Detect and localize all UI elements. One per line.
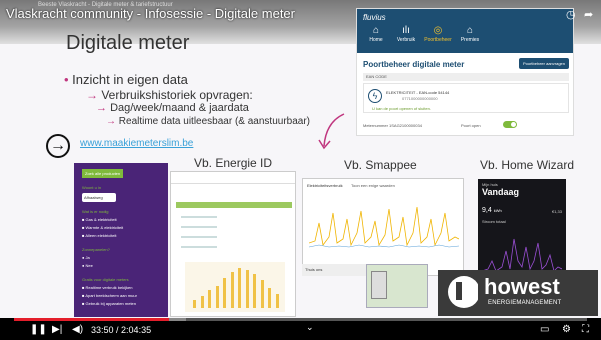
- fluvius-poort-label: Poort open: [461, 123, 481, 128]
- pp-heading-1: Woont u in: [82, 185, 102, 190]
- smappee-bottom: Thuis ons: [302, 264, 366, 276]
- hw-right-value: €1,33: [551, 209, 562, 214]
- fluvius-meter-id: 0771000000000000: [402, 96, 438, 101]
- volume-icon[interactable]: ◀): [72, 324, 83, 336]
- eid-chart-column: [245, 270, 249, 308]
- chevron-down-icon[interactable]: ⌄: [306, 322, 314, 333]
- hw-price-label: Stroom totaal: [482, 219, 506, 224]
- poort-toggle: [503, 121, 517, 128]
- fluvius-meter-row: ϟ ELEKTRICITEIT - EAN-code 54144 0771000…: [363, 83, 569, 113]
- pp-search-button: Zoek alle producten: [82, 169, 124, 178]
- eid-chart-column: [230, 272, 234, 308]
- smappee-title: Elektriciteitsverbruik: [307, 183, 343, 188]
- fluvius-tab-poortbeheer: ◎ Poortbeheer: [424, 25, 452, 43]
- eid-chart-column: [208, 290, 211, 308]
- home-icon: ⌂: [372, 25, 380, 36]
- pp-heading-3: Zonnepanelen?: [82, 247, 110, 252]
- watch-later-icon[interactable]: ◷: [566, 8, 576, 21]
- fluvius-tab-premies: ⌂ Premies: [455, 25, 485, 43]
- label-energie-id: Vb. Energie ID: [194, 156, 273, 170]
- pp-select: Afhaalweg: [82, 193, 116, 202]
- settings-icon[interactable]: ⚙: [562, 324, 571, 336]
- lightning-icon: ϟ: [368, 89, 382, 103]
- fluvius-title: Poortbeheer digitale meter: [363, 60, 465, 69]
- energie-id-screenshot: [170, 171, 296, 317]
- smappee-sub: Toon een enige waarden: [351, 183, 395, 188]
- howest-name: howest: [484, 274, 560, 299]
- eid-green-bar: [176, 202, 292, 208]
- howest-sub: ENERGIEMANAGEMENT: [488, 300, 562, 306]
- pp-heading-4: Gratis voor digitale meters: [82, 277, 129, 282]
- hw-title: Vandaag: [482, 187, 520, 197]
- eid-chart-column: [193, 300, 196, 308]
- fluvius-request-button: Poortbeheer aanvragen: [518, 58, 569, 69]
- slide-title: Digitale meter: [66, 32, 190, 54]
- pp-item: ● Ja: [82, 255, 90, 260]
- video-frame: Beeste Vlaskracht - Digitale meter & tar…: [0, 0, 601, 318]
- label-smappee: Vb. Smappee: [344, 158, 417, 172]
- pp-item: ■ Warmte & elektriciteit: [82, 225, 124, 230]
- fluvius-ean-header: EAN CODE: [363, 73, 569, 81]
- fluvius-meter-number: Meternummer 1SAG2100000034: [363, 123, 422, 128]
- pp-item: ■ Apart beeldscherm aan muur: [82, 293, 137, 298]
- eid-chart-column: [238, 268, 241, 308]
- progress-played: [14, 318, 169, 321]
- howest-logo: howest ENERGIEMANAGEMENT: [438, 270, 598, 316]
- slide-link: www.maakiemeterslim.be: [80, 138, 194, 149]
- gateway-icon: ◎: [433, 25, 443, 36]
- howest-mark-icon: [448, 276, 484, 308]
- eid-chart: [185, 262, 285, 312]
- fluvius-logo: fluvius: [363, 13, 386, 22]
- eid-chart-column: [200, 296, 204, 308]
- fluvius-screenshot: fluvius ⌂ Home ılı Verbruik ◎ Poortbeheer ⌂…: [356, 8, 574, 136]
- fluvius-note: U kan de poort openen of sluiten.: [372, 106, 431, 111]
- pp-item: ● Nee: [82, 263, 93, 268]
- next-icon[interactable]: ▶|: [52, 324, 62, 336]
- progress-bar[interactable]: [14, 318, 587, 321]
- slide-bullet-4: → Realtime data uitleesbaar (& aanstuurb…: [106, 116, 310, 127]
- eid-chart-column: [215, 286, 219, 308]
- pp-item: ■ Gas & elektriciteit: [82, 217, 117, 222]
- fluvius-tab-verbruik: ılı Verbruik: [391, 25, 421, 43]
- subtitles-icon[interactable]: ▭: [540, 324, 549, 336]
- time-display: 33:50 / 2:04:35: [91, 325, 152, 335]
- play-icon[interactable]: ❚❚: [30, 324, 47, 336]
- pp-item: ■ Gebruik bij apparaten meten: [82, 301, 137, 306]
- share-icon[interactable]: ➦: [584, 8, 593, 21]
- fluvius-tab-home: ⌂ Home: [361, 25, 391, 43]
- slide-bullet-1: • Inzicht in eigen data: [64, 72, 188, 87]
- arrow-right-icon: →: [46, 134, 70, 158]
- fluvius-meter-type: ELEKTRICITEIT - EAN-code 54144: [386, 90, 450, 95]
- slide-bullet-2: → Verbruikshistoriek opvragen:: [86, 88, 253, 102]
- pp-heading-2: Wat is er nodig: [82, 209, 109, 214]
- label-home-wizard: Vb. Home Wizard: [480, 158, 575, 172]
- video-player[interactable]: Beeste Vlaskracht - Digitale meter & tar…: [0, 0, 601, 340]
- maakiemeterslim-screenshot: Zoek alle producten Woont u in Afhaalweg…: [74, 163, 168, 317]
- slide-bullet-3: → Dag/week/maand & jaardata: [96, 102, 249, 114]
- eid-chart-column: [260, 280, 264, 308]
- smappee-chart: [309, 206, 459, 248]
- eid-chart-column: [268, 288, 271, 308]
- pp-item: ■ Realtime verbruik bekijken: [82, 285, 133, 290]
- fullscreen-icon[interactable]: ⛶: [582, 324, 589, 336]
- pp-item: ■ Alleen elektriciteit: [82, 233, 117, 238]
- hw-value: 9,4 kWh: [482, 207, 502, 214]
- smappee-screenshot: Elektriciteitsverbruik Toon een enige wa…: [302, 178, 464, 276]
- curved-arrow-icon: [318, 113, 345, 150]
- eid-chart-column: [223, 278, 226, 308]
- video-title[interactable]: Vlaskracht community - Infosessie - Digi…: [6, 6, 295, 21]
- smappee-device-photo: [366, 264, 428, 308]
- house-icon: ⌂: [466, 25, 474, 36]
- chart-icon: ılı: [402, 25, 410, 36]
- eid-chart-column: [253, 274, 256, 308]
- eid-chart-column: [275, 294, 279, 308]
